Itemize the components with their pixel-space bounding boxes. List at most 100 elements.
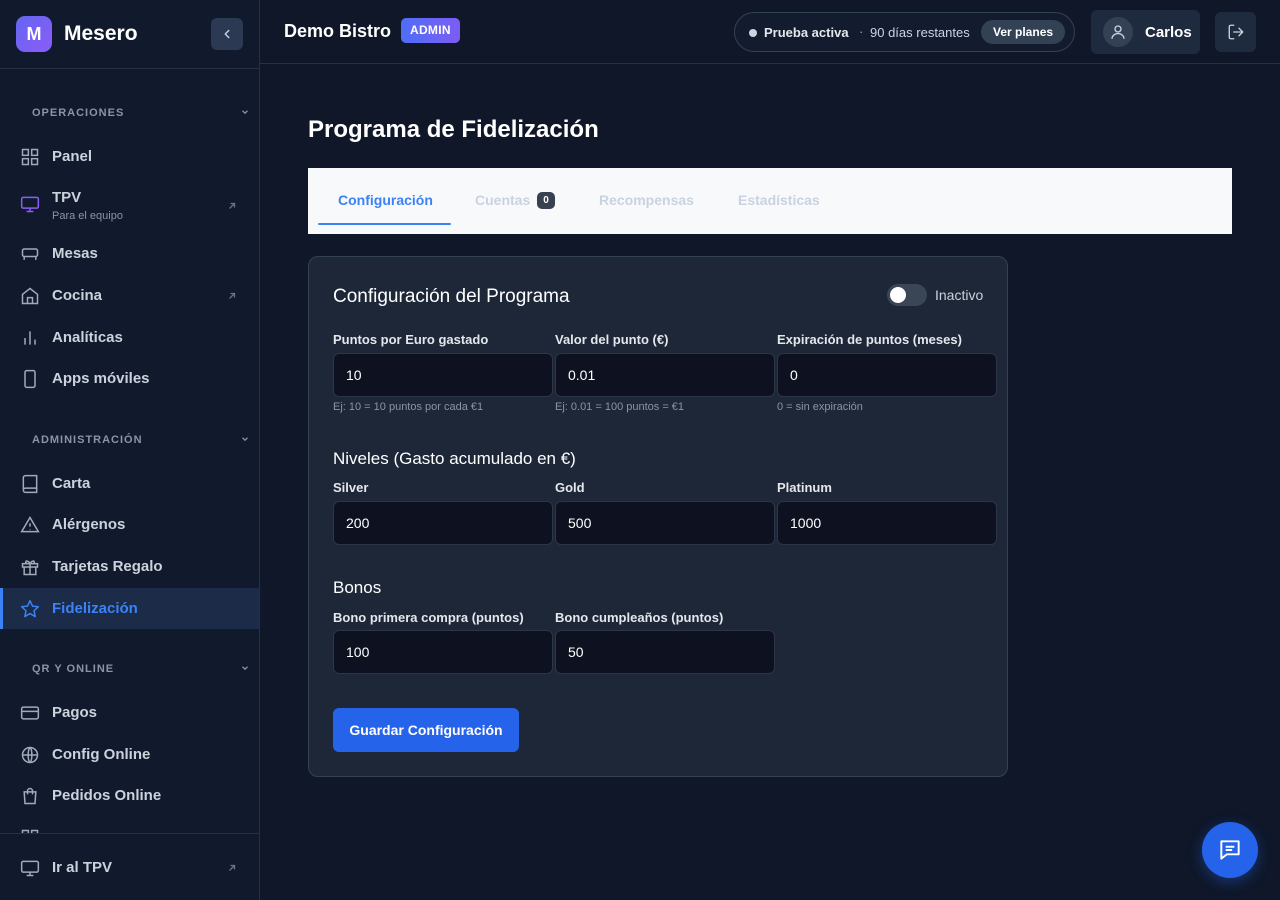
- sidebar-item-label: Analíticas: [52, 329, 123, 346]
- user-name: Carlos: [1145, 24, 1192, 41]
- sidebar-item-label: Panel: [52, 148, 93, 165]
- section-administracion: ADMINISTRACIÓN: [32, 434, 143, 446]
- sidebar-item-analiticas[interactable]: Analíticas: [0, 317, 259, 358]
- level-silver-input[interactable]: [333, 501, 553, 545]
- user-icon: [1111, 25, 1125, 39]
- home-icon: [21, 287, 39, 304]
- sidebar-item-tarjetas-regalo[interactable]: Tarjetas Regalo: [0, 546, 259, 587]
- trial-status-pill: Prueba activa · 90 días restantes Ver pl…: [734, 12, 1075, 52]
- section-qr-online: QR Y ONLINE: [32, 663, 115, 675]
- points-per-euro-label: Puntos por Euro gastado: [333, 332, 489, 347]
- points-expiration-input[interactable]: [777, 353, 997, 397]
- top-bar: Demo Bistro ADMIN Prueba activa · 90 día…: [260, 0, 1280, 64]
- avatar: [1103, 17, 1133, 47]
- sidebar-item-sublabel: Para el equipo: [52, 210, 123, 222]
- tab-cuentas[interactable]: Cuentas: [475, 192, 530, 208]
- phone-icon: [24, 369, 36, 388]
- tab-configuracion[interactable]: Configuración: [338, 192, 433, 208]
- points-per-euro-input[interactable]: [333, 353, 553, 397]
- sidebar-item-alergenos[interactable]: Alérgenos: [0, 504, 259, 545]
- collapse-sidebar-button[interactable]: [211, 18, 243, 50]
- view-plans-button[interactable]: Ver planes: [981, 20, 1066, 44]
- book-icon: [22, 474, 38, 493]
- trial-separator: ·: [859, 24, 864, 39]
- trial-status: Prueba activa: [764, 25, 849, 40]
- points-expiration-hint: 0 = sin expiración: [777, 401, 863, 413]
- point-value-hint: Ej: 0.01 = 100 puntos = €1: [555, 401, 685, 413]
- logout-button[interactable]: [1215, 12, 1256, 52]
- sidebar-item-cocina[interactable]: Cocina: [0, 275, 259, 316]
- tab-bar: Configuración Cuentas 0 Recompensas Esta…: [308, 168, 1232, 234]
- sidebar-item-label: Mesas: [52, 245, 98, 262]
- monitor-icon: [20, 196, 40, 213]
- shopping-bag-icon: [23, 787, 37, 804]
- birthday-bonus-input[interactable]: [555, 630, 775, 674]
- sidebar: M Mesero OPERACIONES Panel TPV Para el e…: [0, 0, 260, 900]
- active-tab-indicator: [318, 223, 451, 225]
- sidebar-item-carta[interactable]: Carta: [0, 463, 259, 504]
- point-value-input[interactable]: [555, 353, 775, 397]
- toggle-label: Inactivo: [935, 287, 984, 303]
- save-config-button[interactable]: Guardar Configuración: [333, 708, 519, 752]
- table-icon: [21, 247, 39, 260]
- warning-icon: [20, 515, 40, 532]
- app-logo: M: [16, 16, 52, 52]
- external-link-icon: [229, 864, 236, 871]
- program-active-toggle[interactable]: [887, 284, 927, 306]
- levels-title: Niveles (Gasto acumulado en €): [333, 449, 576, 468]
- chevron-left-icon: [224, 29, 230, 39]
- chevron-down-icon[interactable]: [240, 663, 250, 673]
- bonuses-title: Bonos: [333, 578, 382, 597]
- sidebar-item-mesas[interactable]: Mesas: [0, 233, 259, 274]
- sidebar-item-pagos[interactable]: Pagos: [0, 692, 259, 733]
- globe-icon: [21, 746, 39, 763]
- page-title: Programa de Fidelización: [308, 116, 599, 143]
- trial-remaining: 90 días restantes: [870, 25, 970, 40]
- sidebar-item-apps-moviles[interactable]: Apps móviles: [0, 358, 259, 399]
- tab-count-badge: 0: [537, 192, 555, 209]
- card-title: Configuración del Programa: [333, 286, 570, 307]
- sidebar-item-panel[interactable]: Panel: [0, 136, 259, 177]
- first-purchase-bonus-label: Bono primera compra (puntos): [333, 610, 524, 625]
- sidebar-item-fidelizacion[interactable]: Fidelización: [0, 588, 259, 629]
- sidebar-item-label: Apps móviles: [52, 370, 150, 387]
- sidebar-nav: OPERACIONES Panel TPV Para el equipo Mes…: [0, 69, 260, 833]
- toggle-knob: [890, 287, 906, 303]
- level-platinum-label: Platinum: [777, 480, 832, 495]
- sidebar-item-label: TPV: [52, 189, 82, 206]
- program-config-card: Configuración del Programa Inactivo Punt…: [308, 256, 1008, 777]
- monitor-icon: [20, 860, 40, 876]
- sidebar-item-label: Cocina: [52, 287, 103, 304]
- level-platinum-input[interactable]: [777, 501, 997, 545]
- user-menu[interactable]: Carlos: [1091, 10, 1200, 54]
- sidebar-item-partial[interactable]: [0, 817, 259, 833]
- point-value-label: Valor del punto (€): [555, 332, 669, 347]
- chevron-down-icon[interactable]: [240, 107, 250, 117]
- points-expiration-label: Expiración de puntos (meses): [777, 332, 962, 347]
- tab-estadisticas[interactable]: Estadísticas: [738, 192, 820, 208]
- external-link-icon: [229, 292, 236, 299]
- status-dot: [749, 29, 757, 37]
- external-link-icon: [229, 202, 236, 209]
- chevron-down-icon[interactable]: [240, 434, 250, 444]
- chat-button[interactable]: [1202, 822, 1258, 878]
- grid-icon: [21, 148, 39, 165]
- section-operaciones: OPERACIONES: [32, 107, 125, 119]
- brand-header: M Mesero: [0, 0, 259, 69]
- chat-icon: [1220, 840, 1240, 860]
- points-per-euro-hint: Ej: 10 = 10 puntos por cada €1: [333, 401, 484, 413]
- sidebar-item-label: Carta: [52, 475, 91, 492]
- sidebar-item-label: Alérgenos: [52, 516, 126, 533]
- sidebar-item-pedidos-online[interactable]: Pedidos Online: [0, 775, 259, 816]
- sidebar-item-label: Ir al TPV: [52, 859, 113, 876]
- level-gold-label: Gold: [555, 480, 585, 495]
- first-purchase-bonus-input[interactable]: [333, 630, 553, 674]
- sidebar-item-config-online[interactable]: Config Online: [0, 734, 259, 775]
- sidebar-item-tpv[interactable]: TPV Para el equipo: [0, 181, 259, 231]
- level-gold-input[interactable]: [555, 501, 775, 545]
- sidebar-item-label: Pagos: [52, 704, 98, 721]
- tab-recompensas[interactable]: Recompensas: [599, 192, 694, 208]
- org-name: Demo Bistro: [284, 21, 392, 41]
- sidebar-item-ir-al-tpv[interactable]: Ir al TPV: [0, 847, 259, 888]
- app-name: Mesero: [64, 22, 138, 45]
